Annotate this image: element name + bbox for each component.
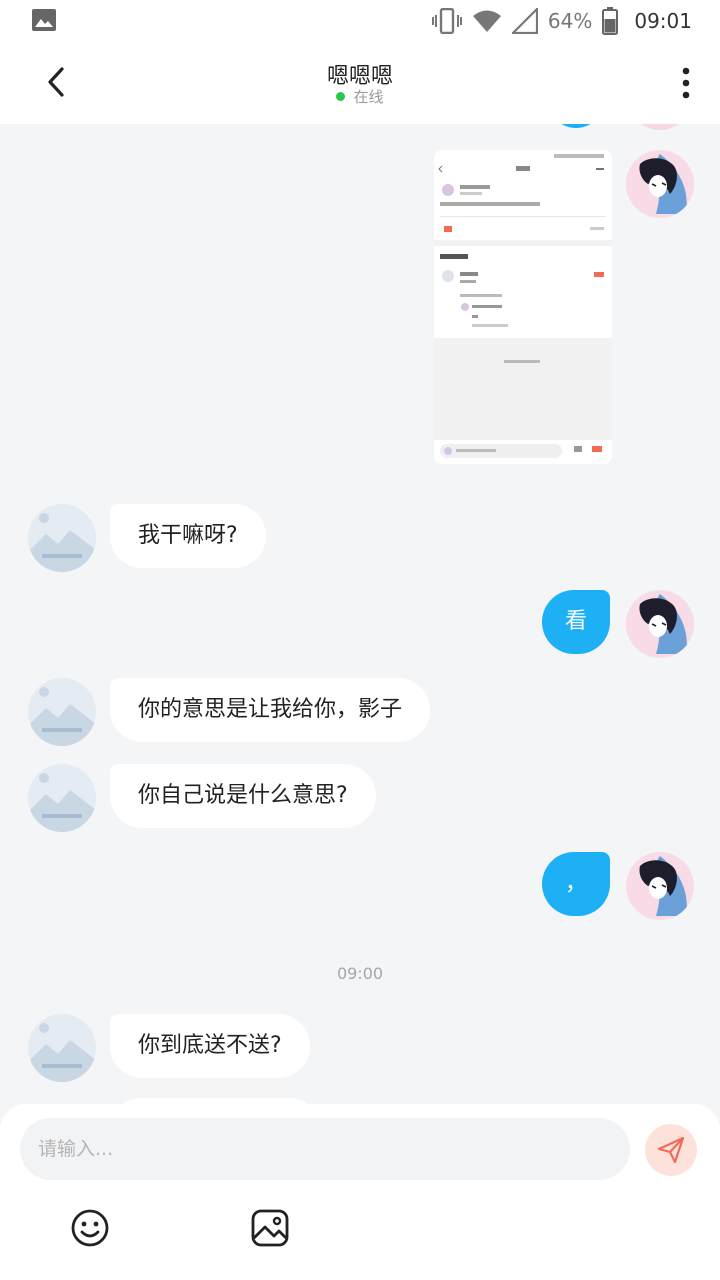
gallery-notification-icon — [32, 9, 56, 31]
send-icon — [657, 1136, 685, 1164]
wifi-icon — [472, 10, 501, 32]
message-list[interactable]: 我干嘛呀? 看 你的意思是让我给你，影子 你自己说是什么意思? ， 09:00 … — [0, 124, 720, 1104]
contact-avatar[interactable] — [28, 1014, 96, 1082]
previous-message-bubble — [548, 124, 604, 128]
placeholder-image-icon — [28, 678, 96, 746]
my-avatar-image — [626, 150, 694, 218]
emoji-button[interactable] — [70, 1208, 110, 1248]
my-avatar[interactable] — [626, 852, 694, 920]
image-message[interactable] — [434, 150, 612, 464]
clock: 09:01 — [634, 9, 692, 33]
placeholder-image-icon — [28, 1014, 96, 1082]
outgoing-message-bubble[interactable]: ， — [542, 852, 610, 916]
vibrate-icon — [431, 8, 462, 34]
battery-icon — [602, 7, 619, 35]
send-button[interactable] — [645, 1124, 697, 1176]
online-dot — [336, 92, 346, 101]
chat-header: 嗯嗯嗯 在线 — [0, 42, 720, 124]
my-avatar[interactable] — [626, 590, 694, 658]
incoming-message-bubble[interactable]: 你到底送不送? — [110, 1014, 310, 1078]
image-icon — [251, 1209, 289, 1247]
outgoing-message-bubble[interactable]: 看 — [542, 590, 610, 654]
contact-avatar[interactable] — [28, 678, 96, 746]
placeholder-image-icon — [28, 504, 96, 572]
screenshot-thumbnail — [434, 150, 612, 464]
cellular-signal-icon — [511, 8, 538, 34]
smiley-icon — [71, 1209, 109, 1247]
online-status-label: 在线 — [353, 88, 384, 106]
message-timestamp: 09:00 — [336, 964, 384, 983]
contact-avatar[interactable] — [28, 504, 96, 572]
contact-avatar[interactable] — [28, 764, 96, 832]
message-input[interactable] — [20, 1118, 630, 1180]
online-status: 在线 — [0, 86, 720, 107]
battery-percentage: 64% — [547, 9, 593, 33]
incoming-message-bubble[interactable]: 我干嘛呀? — [110, 504, 266, 568]
more-vertical-icon[interactable] — [680, 66, 692, 100]
image-picker-button[interactable] — [250, 1208, 290, 1248]
my-avatar-image — [626, 590, 694, 658]
incoming-message-bubble[interactable]: 你自己说是什么意思? — [110, 764, 376, 828]
my-avatar[interactable] — [626, 150, 694, 218]
previous-message-avatar — [628, 124, 692, 130]
placeholder-image-icon — [28, 764, 96, 832]
my-avatar-image — [626, 852, 694, 920]
incoming-message-bubble[interactable]: 你的意思是让我给你，影子 — [110, 678, 431, 742]
message-composer — [0, 1104, 720, 1280]
status-bar: 64% 09:01 — [0, 0, 720, 42]
